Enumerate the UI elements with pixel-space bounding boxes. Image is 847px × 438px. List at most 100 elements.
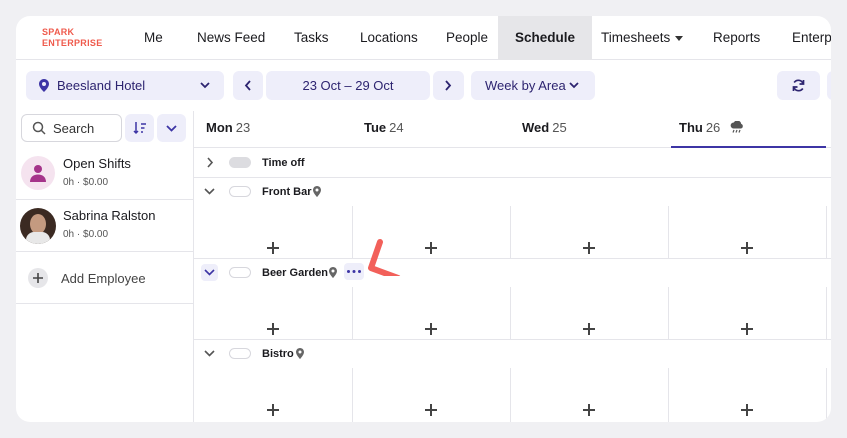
nav-me[interactable]: Me: [144, 16, 163, 60]
add-shift-icon[interactable]: [583, 404, 595, 416]
chevron-down-icon: [569, 82, 579, 89]
location-label: Beesland Hotel: [57, 78, 146, 93]
collapse-chevron-icon[interactable]: [204, 350, 215, 357]
day-divider: [826, 287, 827, 339]
add-shift-icon[interactable]: [425, 404, 437, 416]
annotation-arrow-icon: [368, 239, 401, 276]
day-header-tue: Tue 24: [364, 120, 404, 135]
nav-timesheets[interactable]: Timesheets: [601, 16, 684, 60]
employee-row-sabrina-ralston[interactable]: Sabrina Ralston 0h · $0.00: [16, 200, 194, 252]
nav-locations[interactable]: Locations: [360, 16, 418, 60]
day-number: 26: [705, 120, 721, 135]
day-divider: [668, 287, 669, 339]
day-header-wed: Wed 25: [522, 120, 567, 135]
add-shift-icon[interactable]: [267, 404, 279, 416]
add-shift-icon[interactable]: [583, 242, 595, 254]
row-divider: [194, 258, 831, 259]
add-shift-icon[interactable]: [741, 323, 753, 335]
person-icon: [30, 165, 46, 182]
chevron-down-icon: [200, 82, 210, 89]
area-title-time-off: Time off: [262, 157, 305, 169]
collapse-button[interactable]: [201, 264, 218, 281]
bistro-toggle[interactable]: [229, 348, 251, 359]
front-bar-toggle[interactable]: [229, 186, 251, 197]
nav-news-feed[interactable]: News Feed: [197, 16, 265, 60]
location-pin-icon: [329, 267, 337, 278]
refresh-icon: [792, 79, 805, 92]
prev-week-button[interactable]: [233, 71, 263, 100]
collapse-chevron-icon: [204, 269, 215, 276]
app-window: SPARK ENTERPRISE Me News Feed Tasks Loca…: [16, 16, 831, 422]
date-range-button[interactable]: 23 Oct – 29 Oct: [266, 71, 430, 100]
add-shift-icon[interactable]: [425, 242, 437, 254]
day-divider: [668, 368, 669, 422]
day-header-thu: Thu 26: [679, 120, 744, 135]
add-shift-icon[interactable]: [267, 242, 279, 254]
location-pin-icon: [313, 186, 321, 197]
avatar-shirt: [26, 232, 50, 244]
add-icon: [28, 268, 48, 288]
chevron-left-icon: [244, 80, 251, 91]
add-shift-icon[interactable]: [583, 323, 595, 335]
area-title-front-bar: Front Bar: [262, 186, 312, 198]
add-employee-label: Add Employee: [61, 271, 146, 286]
date-range-label: 23 Oct – 29 Oct: [302, 78, 394, 93]
more-dots-icon: [347, 270, 361, 273]
area-title-beer-garden: Beer Garden: [262, 267, 329, 279]
day-name: Tue: [364, 120, 387, 135]
nav-schedule[interactable]: Schedule: [498, 16, 593, 60]
time-off-toggle[interactable]: [229, 157, 251, 168]
next-week-button[interactable]: [433, 71, 464, 100]
nav-timesheets-label: Timesheets: [601, 30, 671, 45]
top-nav: SPARK ENTERPRISE Me News Feed Tasks Loca…: [16, 16, 831, 60]
avatar: [20, 208, 56, 244]
employee-row-open-shifts[interactable]: Open Shifts 0h · $0.00: [16, 148, 194, 200]
add-shift-icon[interactable]: [267, 323, 279, 335]
day-name: Thu: [679, 120, 703, 135]
day-divider: [826, 368, 827, 422]
view-label: Week by Area: [485, 78, 566, 93]
collapse-chevron-icon[interactable]: [204, 188, 215, 195]
day-divider: [352, 368, 353, 422]
day-divider: [826, 206, 827, 258]
add-shift-icon[interactable]: [425, 323, 437, 335]
day-number: 25: [552, 120, 567, 135]
nav-tasks[interactable]: Tasks: [294, 16, 329, 60]
brand-logo[interactable]: SPARK ENTERPRISE: [42, 27, 103, 49]
chevron-right-icon: [445, 80, 452, 91]
nav-reports[interactable]: Reports: [713, 16, 760, 60]
employee-name: Sabrina Ralston: [63, 208, 156, 223]
row-divider: [194, 339, 831, 340]
day-divider: [668, 206, 669, 258]
add-shift-icon[interactable]: [741, 242, 753, 254]
employee-hours: 0h · $0.00: [63, 229, 109, 240]
nav-enterprise[interactable]: Enterprise: [792, 16, 831, 60]
location-select[interactable]: Beesland Hotel: [26, 71, 224, 100]
rain-cloud-icon: [730, 120, 743, 133]
day-header-mon: Mon 23: [206, 120, 250, 135]
day-divider: [510, 287, 511, 339]
avatar-face: [30, 214, 46, 234]
add-shift-icon[interactable]: [741, 404, 753, 416]
avatar: [21, 156, 55, 190]
today-indicator: [671, 146, 826, 148]
row-divider: [194, 177, 831, 178]
day-number: 23: [235, 120, 251, 135]
day-divider: [352, 206, 353, 258]
day-divider: [352, 287, 353, 339]
add-employee-button[interactable]: Add Employee: [16, 252, 194, 304]
area-more-button[interactable]: [344, 263, 364, 280]
refresh-button[interactable]: [777, 71, 820, 100]
location-pin-icon: [39, 79, 49, 92]
employee-name: Open Shifts: [63, 156, 131, 171]
day-name: Wed: [522, 120, 550, 135]
expand-chevron-icon[interactable]: [207, 157, 214, 168]
day-divider: [510, 368, 511, 422]
day-divider: [510, 206, 511, 258]
view-select[interactable]: Week by Area: [471, 71, 595, 100]
location-pin-icon: [296, 348, 304, 359]
more-toolbar-button[interactable]: [827, 71, 831, 100]
nav-people[interactable]: People: [446, 16, 488, 60]
day-number: 24: [389, 120, 404, 135]
beer-garden-toggle[interactable]: [229, 267, 251, 278]
